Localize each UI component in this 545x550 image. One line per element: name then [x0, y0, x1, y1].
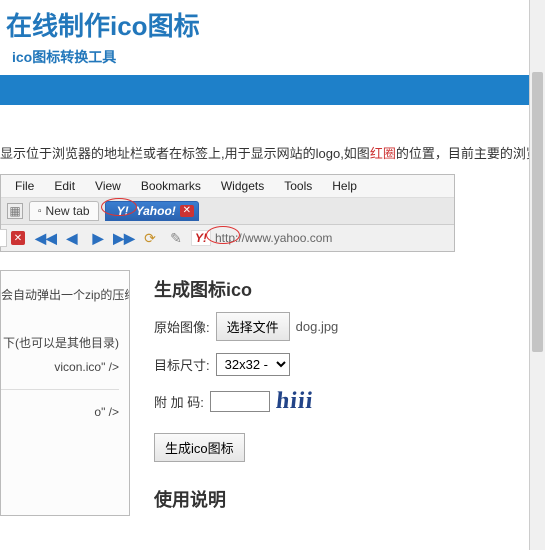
page-title: 在线制作ico图标: [6, 6, 545, 43]
generate-button[interactable]: 生成ico图标: [154, 433, 245, 462]
tab-bar: ▦ ▫ New tab Y! Yahoo! ✕ -CN/: [1, 198, 454, 225]
menu-help[interactable]: Help: [322, 177, 367, 195]
browser-toolbar: ✕ ◀◀ ◀ ▶ ▶▶ ⟳ ✎ Y! http://www.yahoo.com: [1, 225, 454, 251]
page-subtitle: ico图标转换工具: [12, 47, 545, 67]
close-icon[interactable]: ✕: [11, 231, 25, 245]
label-captcha: 附 加 码:: [154, 392, 204, 411]
menu-edit[interactable]: Edit: [44, 177, 85, 195]
tab-close-icon[interactable]: ✕: [180, 205, 194, 217]
menu-file[interactable]: File: [5, 177, 44, 195]
page-icon: ▫: [38, 206, 42, 217]
reload-icon[interactable]: ⟳: [139, 228, 161, 248]
captcha-input[interactable]: [210, 391, 270, 412]
label-source: 原始图像:: [154, 317, 210, 336]
menu-widgets[interactable]: Widgets: [211, 177, 274, 195]
form-title: 生成图标ico: [154, 276, 541, 302]
captcha-image: hiii: [274, 388, 314, 415]
forward-last-icon[interactable]: ▶▶: [113, 228, 135, 248]
back-first-icon[interactable]: ◀◀: [35, 228, 57, 248]
side-line-3: vicon.ico" />: [1, 355, 119, 379]
choose-file-button[interactable]: 选择文件: [216, 312, 290, 341]
intro-text: 显示位于浏览器的地址栏或者在标签上,用于显示网站的logo,如图红圈的位置，目前…: [0, 143, 545, 162]
label-size: 目标尺寸:: [154, 355, 210, 374]
menu-bookmarks[interactable]: Bookmarks: [131, 177, 211, 195]
row-captcha: 附 加 码: hiii: [154, 388, 541, 415]
scrollbar[interactable]: [529, 0, 545, 550]
tab-new[interactable]: ▫ New tab: [29, 201, 99, 221]
scrollbar-thumb[interactable]: [532, 72, 543, 352]
menu-bar: File Edit View Bookmarks Widgets Tools H…: [1, 175, 454, 198]
size-select[interactable]: 32x32 -: [216, 353, 290, 376]
address-favicon-icon: Y!: [191, 230, 211, 246]
yahoo-favicon-icon: Y!: [114, 204, 132, 218]
browser-mock: File Edit View Bookmarks Widgets Tools H…: [0, 174, 455, 252]
forward-icon[interactable]: ▶: [87, 228, 109, 248]
highlight-text: 红圈: [370, 146, 396, 161]
chosen-filename: dog.jpg: [296, 319, 339, 334]
wand-icon[interactable]: ✎: [165, 228, 187, 248]
side-line-2: 下(也可以是其他目录): [1, 331, 119, 355]
address-url[interactable]: http://www.yahoo.com: [215, 231, 332, 245]
nav-bar: [0, 75, 539, 105]
form-panel: 生成图标ico 原始图像: 选择文件 dog.jpg 目标尺寸: 32x32 -…: [150, 270, 545, 516]
side-line-4: o" />: [1, 400, 119, 424]
back-icon[interactable]: ◀: [61, 228, 83, 248]
tab-yahoo-active[interactable]: Y! Yahoo! ✕: [105, 201, 199, 221]
new-tab-button[interactable]: ▦: [7, 203, 23, 219]
instructions-box: 会自动弹出一个zip的压缩 下(也可以是其他目录) vicon.ico" /> …: [0, 270, 130, 516]
usage-title: 使用说明: [154, 486, 541, 512]
menu-tools[interactable]: Tools: [274, 177, 322, 195]
side-line-1: 会自动弹出一个zip的压缩: [1, 283, 119, 307]
address-bar-cut: [0, 229, 7, 247]
menu-view[interactable]: View: [85, 177, 131, 195]
row-source: 原始图像: 选择文件 dog.jpg: [154, 312, 541, 341]
row-size: 目标尺寸: 32x32 -: [154, 353, 541, 376]
